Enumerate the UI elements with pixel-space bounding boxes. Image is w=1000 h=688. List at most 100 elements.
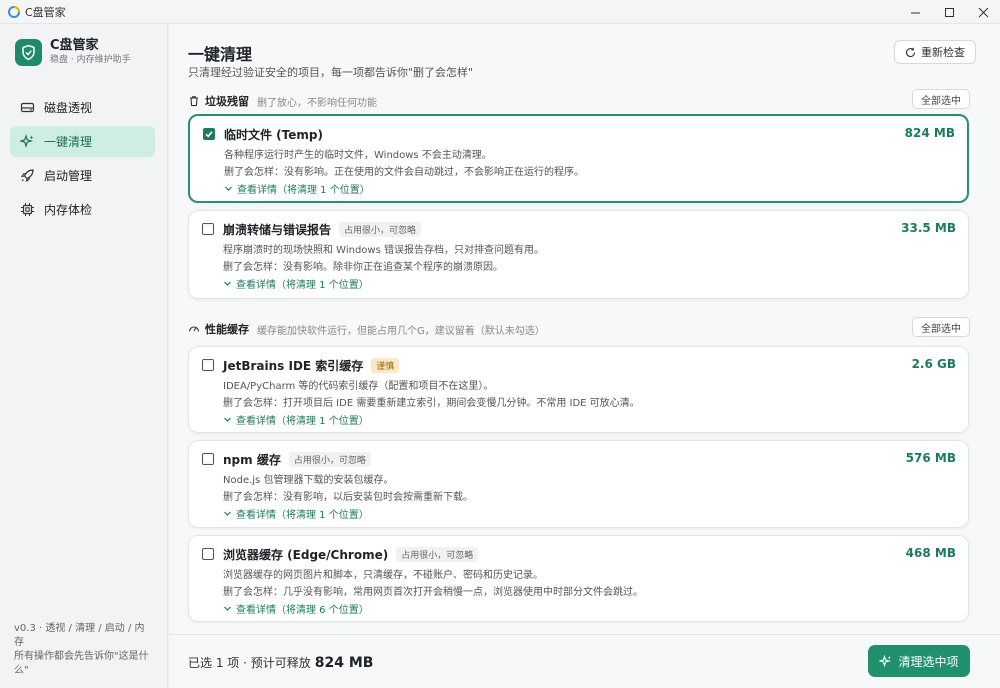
minimize-icon <box>910 12 920 13</box>
item-checkbox[interactable] <box>203 128 215 140</box>
check-icon <box>205 131 213 138</box>
item-name: JetBrains IDE 索引缓存 <box>223 359 364 373</box>
item-impact: 删了会怎样：没有影响。除非你正在追查某个程序的崩溃原因。 <box>223 262 503 273</box>
shield-logo-icon <box>15 38 42 66</box>
item-warning-tag: 谨慎 <box>371 358 400 373</box>
summary-label: 已选 1 项 · 预计可释放 <box>188 656 311 670</box>
item-checkbox[interactable] <box>202 453 214 465</box>
maximize-button[interactable] <box>932 0 966 24</box>
item-details-link[interactable]: 查看详情（将清理 1 个位置） <box>223 276 369 291</box>
page-title: 一键清理 <box>188 45 253 64</box>
summary-total: 824 MB <box>314 655 374 671</box>
clean-item-card[interactable]: JetBrains IDE 索引缓存 谨慎 2.6 GB IDEA/PyChar… <box>188 346 969 433</box>
item-name: 崩溃转储与错误报告 <box>223 223 332 237</box>
item-size: 2.6 GB <box>911 357 956 371</box>
disk-icon <box>20 102 34 113</box>
item-checkbox[interactable] <box>202 548 214 560</box>
item-impact: 删了会怎样：几乎没有影响，常用网页首次打开会稍慢一点，浏览器使用中时部分文件会跳… <box>223 587 643 598</box>
item-size: 468 MB <box>905 546 956 560</box>
window-title: C盘管家 <box>25 5 66 19</box>
item-size: 824 MB <box>904 126 955 140</box>
nav-list: 磁盘透视 一键清理 启动管理 内存体检 <box>0 92 167 225</box>
item-details-link[interactable]: 查看详情（将清理 6 个位置） <box>223 601 369 616</box>
item-description: 程序崩溃时的现场快照和 Windows 错误报告存档，只对排查问题有用。 <box>223 245 544 256</box>
item-name: 临时文件 (Temp) <box>224 128 323 142</box>
chevron-down-icon <box>225 186 232 191</box>
footer-version: v0.3 · 透视 / 清理 / 启动 / 内存 <box>14 623 145 648</box>
select-all-junk-button[interactable]: 全部选中 <box>912 89 970 109</box>
brand: C盘管家 稳盘 · 内存维护助手 <box>0 24 167 66</box>
item-impact: 删了会怎样：没有影响，以后安装包时会按需重新下载。 <box>223 492 473 503</box>
title-bar: C盘管家 <box>0 0 1000 24</box>
chevron-down-icon <box>224 417 231 422</box>
item-description: 浏览器缓存的网页图片和脚本，只清缓存，不碰账户、密码和历史记录。 <box>223 570 543 581</box>
footer-note: 所有操作都会先告诉你"这是什么" <box>14 651 149 676</box>
section-junk-desc: 删了放心，不影响任何功能 <box>257 97 377 109</box>
item-description: IDEA/PyCharm 等的代码索引缓存（配置和项目不在这里）。 <box>223 381 494 392</box>
item-size: 33.5 MB <box>901 221 956 235</box>
rocket-icon <box>20 169 34 183</box>
refresh-button[interactable]: 重新检查 <box>894 40 976 64</box>
section-junk-header: 垃圾残留 删了放心，不影响任何功能 <box>188 93 377 109</box>
item-details-link[interactable]: 查看详情（将清理 1 个位置） <box>224 181 370 196</box>
selection-summary: 已选 1 项 · 预计可释放 824 MB <box>188 654 373 671</box>
item-details-label: 查看详情（将清理 1 个位置） <box>236 510 369 521</box>
clean-item-card[interactable]: 临时文件 (Temp) 824 MB 各种程序运行时产生的临时文件，Window… <box>188 114 969 203</box>
item-details-label: 查看详情（将清理 1 个位置） <box>237 185 370 196</box>
brand-name: C盘管家 <box>50 38 99 53</box>
nav-item-disk[interactable]: 磁盘透视 <box>10 92 155 123</box>
nav-item-label: 启动管理 <box>44 169 93 183</box>
item-impact: 删了会怎样：没有影响。正在使用的文件会自动跳过，不会影响正在运行的程序。 <box>224 167 584 178</box>
nav-item-memory[interactable]: 内存体检 <box>10 194 155 225</box>
refresh-label: 重新检查 <box>921 46 965 59</box>
item-description: Node.js 包管理器下载的安装包缓存。 <box>223 475 394 486</box>
chevron-down-icon <box>224 511 231 516</box>
page-subtitle: 只清理经过验证安全的项目，每一项都告诉你"删了会怎样" <box>188 66 474 79</box>
clean-item-card[interactable]: 浏览器缓存 (Edge/Chrome) 占用很小，可忽略 468 MB 浏览器缓… <box>188 535 969 622</box>
main-panel: 一键清理 只清理经过验证安全的项目，每一项都告诉你"删了会怎样" 重新检查 垃圾… <box>169 24 1000 688</box>
item-details-link[interactable]: 查看详情（将清理 1 个位置） <box>223 506 369 521</box>
clean-selected-button[interactable]: 清理选中项 <box>868 645 970 677</box>
close-icon <box>978 7 988 17</box>
sparkle-icon <box>879 654 892 667</box>
maximize-icon <box>944 7 954 17</box>
section-junk-title: 垃圾残留 <box>205 95 249 108</box>
item-impact: 删了会怎样：打开项目后 IDE 需要重新建立索引，期间会变慢几分钟。不常用 ID… <box>223 398 640 409</box>
select-all-perf-button[interactable]: 全部选中 <box>912 317 970 337</box>
bottom-bar: 已选 1 项 · 预计可释放 824 MB 清理选中项 <box>169 634 1000 688</box>
sidebar-footer: v0.3 · 透视 / 清理 / 启动 / 内存 所有操作都会先告诉你"这是什么… <box>14 622 154 678</box>
nav-item-startup[interactable]: 启动管理 <box>10 160 155 191</box>
item-name: 浏览器缓存 (Edge/Chrome) <box>223 548 389 562</box>
clean-item-card[interactable]: npm 缓存 占用很小，可忽略 576 MB Node.js 包管理器下载的安装… <box>188 440 969 528</box>
item-details-label: 查看详情（将清理 1 个位置） <box>236 416 369 427</box>
item-tag: 占用很小，可忽略 <box>396 547 479 562</box>
clean-button-label: 清理选中项 <box>898 654 959 669</box>
item-checkbox[interactable] <box>202 359 214 371</box>
minimize-button[interactable] <box>898 0 932 24</box>
clean-item-card[interactable]: 崩溃转储与错误报告 占用很小，可忽略 33.5 MB 程序崩溃时的现场快照和 W… <box>188 210 969 299</box>
item-details-label: 查看详情（将清理 1 个位置） <box>236 280 369 291</box>
chevron-down-icon <box>224 606 231 611</box>
item-details-label: 查看详情（将清理 6 个位置） <box>236 605 369 616</box>
sparkle-icon <box>19 134 33 148</box>
item-checkbox[interactable] <box>202 223 214 235</box>
nav-item-clean[interactable]: 一键清理 <box>10 126 155 157</box>
trash-icon <box>190 96 198 107</box>
close-button[interactable] <box>966 0 1000 24</box>
section-perf-title: 性能缓存 <box>205 323 249 336</box>
section-perf-desc: 缓存能加快软件运行，但能占用几个G，建议留着（默认未勾选） <box>257 325 545 337</box>
app-icon <box>8 5 20 18</box>
sidebar: C盘管家 稳盘 · 内存维护助手 磁盘透视 一键清理 启动管理 内存体检 v0.… <box>0 24 168 688</box>
item-description: 各种程序运行时产生的临时文件，Windows 不会主动清理。 <box>224 150 492 161</box>
refresh-icon <box>906 47 916 57</box>
chip-icon <box>20 203 34 216</box>
item-size: 576 MB <box>905 451 956 465</box>
item-tag: 占用很小，可忽略 <box>288 452 371 467</box>
section-perf-header: 性能缓存 缓存能加快软件运行，但能占用几个G，建议留着（默认未勾选） <box>188 321 545 337</box>
gauge-icon <box>188 326 200 332</box>
chevron-down-icon <box>224 281 231 286</box>
item-tag: 占用很小，可忽略 <box>339 222 422 237</box>
brand-subtitle: 稳盘 · 内存维护助手 <box>50 55 131 65</box>
nav-item-label: 一键清理 <box>44 135 93 149</box>
item-details-link[interactable]: 查看详情（将清理 1 个位置） <box>223 412 369 427</box>
